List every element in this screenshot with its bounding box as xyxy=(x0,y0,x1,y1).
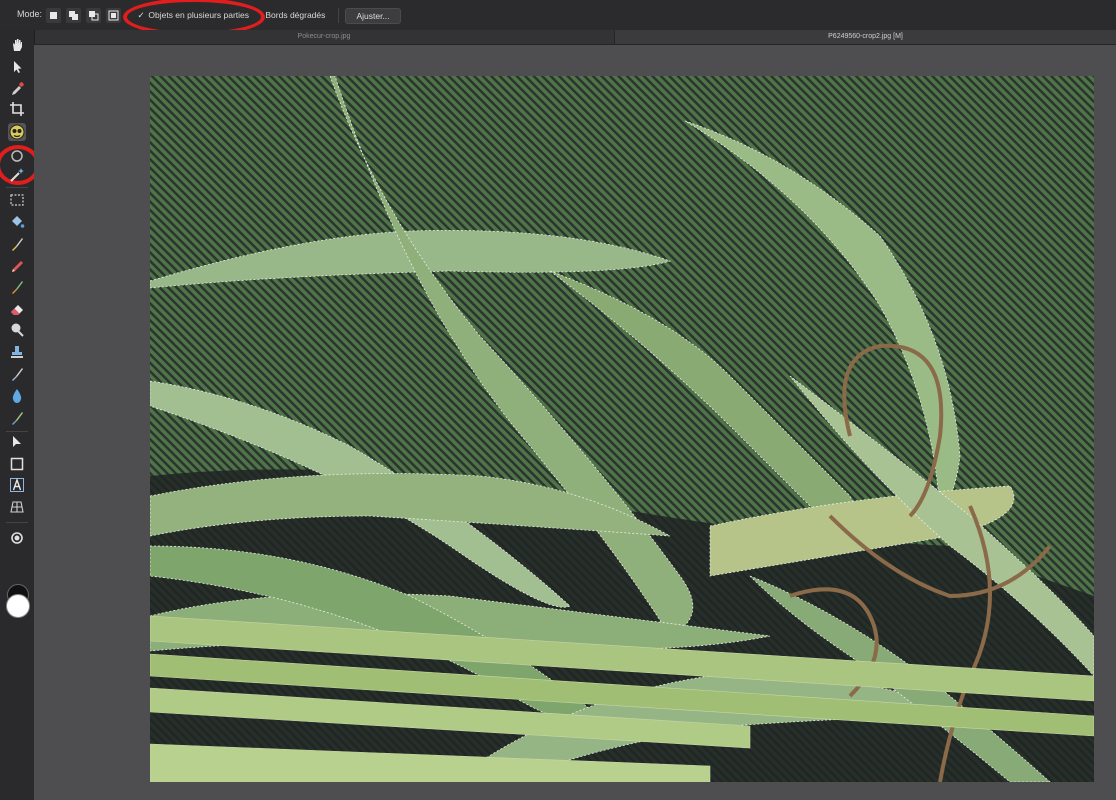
marquee-tool[interactable] xyxy=(8,191,26,209)
adjust-button[interactable]: Ajuster... xyxy=(345,8,401,24)
eraser-tool[interactable] xyxy=(8,300,26,318)
text-icon xyxy=(10,477,24,492)
mode-label: Mode: xyxy=(17,9,43,19)
refine-brush-icon xyxy=(11,150,23,162)
hand-icon xyxy=(13,39,22,51)
marquee-icon xyxy=(10,194,24,206)
tools-divider xyxy=(6,187,28,188)
document-tabs: Pokecur-crop.jpg P6249560-crop2.jpg [M] xyxy=(34,30,1116,45)
paint-brush-icon xyxy=(12,238,23,251)
move-icon xyxy=(14,61,22,73)
mode-new-icon xyxy=(50,12,57,19)
toolbar-divider xyxy=(338,8,339,23)
mode-add-icon xyxy=(69,11,78,20)
mode-add-button[interactable] xyxy=(66,8,81,23)
shape-icon xyxy=(10,457,24,471)
tab-p6249560[interactable]: P6249560-crop2.jpg [M] xyxy=(614,30,1116,44)
tools-divider xyxy=(6,431,28,432)
move-tool[interactable] xyxy=(8,58,26,76)
selection-brush-tool[interactable] xyxy=(8,123,26,141)
mode-new-button[interactable] xyxy=(46,8,61,23)
mixer-brush-tool[interactable] xyxy=(8,278,26,296)
eraser-icon xyxy=(11,305,23,315)
zoom-tool[interactable] xyxy=(8,529,26,547)
mode-intersect-button[interactable] xyxy=(106,8,121,23)
mesh-warp-icon xyxy=(10,501,24,513)
zoom-icon xyxy=(11,532,23,544)
pencil-icon xyxy=(12,261,23,272)
clone-stamp-tool[interactable] xyxy=(8,343,26,361)
dodge-icon xyxy=(11,323,24,337)
context-toolbar: Mode: ✓ Objets en plusieurs parties Bord… xyxy=(0,0,1116,36)
fill-tool[interactable] xyxy=(8,213,26,231)
text-tool[interactable] xyxy=(8,476,26,494)
selection-brush-icon xyxy=(9,124,25,140)
smudge-icon xyxy=(12,412,23,425)
paint-brush-tool[interactable] xyxy=(8,235,26,253)
smudge-tool[interactable] xyxy=(8,409,26,427)
shape-tool[interactable] xyxy=(8,455,26,473)
node-pointer-icon xyxy=(13,436,21,447)
tab-pokecur[interactable]: Pokecur-crop.jpg xyxy=(34,30,614,44)
mesh-warp-tool[interactable] xyxy=(8,498,26,516)
blur-icon xyxy=(12,389,22,403)
dodge-tool[interactable] xyxy=(8,321,26,339)
healing-brush-tool[interactable] xyxy=(8,365,26,383)
document-canvas[interactable] xyxy=(150,76,1094,782)
secondary-color-swatch[interactable] xyxy=(6,594,30,618)
pencil-tool[interactable] xyxy=(8,257,26,275)
refine-brush-tool[interactable] xyxy=(8,147,26,165)
magic-wand-icon xyxy=(10,168,24,182)
plant-photo xyxy=(150,76,1094,782)
color-picker-icon xyxy=(12,82,24,95)
mode-intersect-icon xyxy=(108,10,119,21)
fill-icon xyxy=(12,216,25,228)
mode-subtract-icon xyxy=(89,11,99,21)
magic-wand-tool[interactable] xyxy=(8,166,26,184)
crop-icon xyxy=(10,102,24,116)
clone-stamp-icon xyxy=(11,346,23,358)
blur-tool[interactable] xyxy=(8,387,26,405)
node-tool[interactable] xyxy=(8,433,26,451)
soft-edges-label: Bords dégradés xyxy=(265,10,326,20)
hand-tool[interactable] xyxy=(8,36,26,54)
canvas-area[interactable] xyxy=(34,45,1116,800)
mixer-brush-icon xyxy=(12,281,23,294)
tools-divider xyxy=(6,522,28,523)
mode-subtract-button[interactable] xyxy=(86,8,101,23)
crop-tool[interactable] xyxy=(8,100,26,118)
color-picker-tool[interactable] xyxy=(8,80,26,98)
tools-panel xyxy=(0,30,40,800)
healing-brush-icon xyxy=(12,368,23,381)
photo-editor-window: Mode: ✓ Objets en plusieurs parties Bord… xyxy=(0,0,1116,800)
